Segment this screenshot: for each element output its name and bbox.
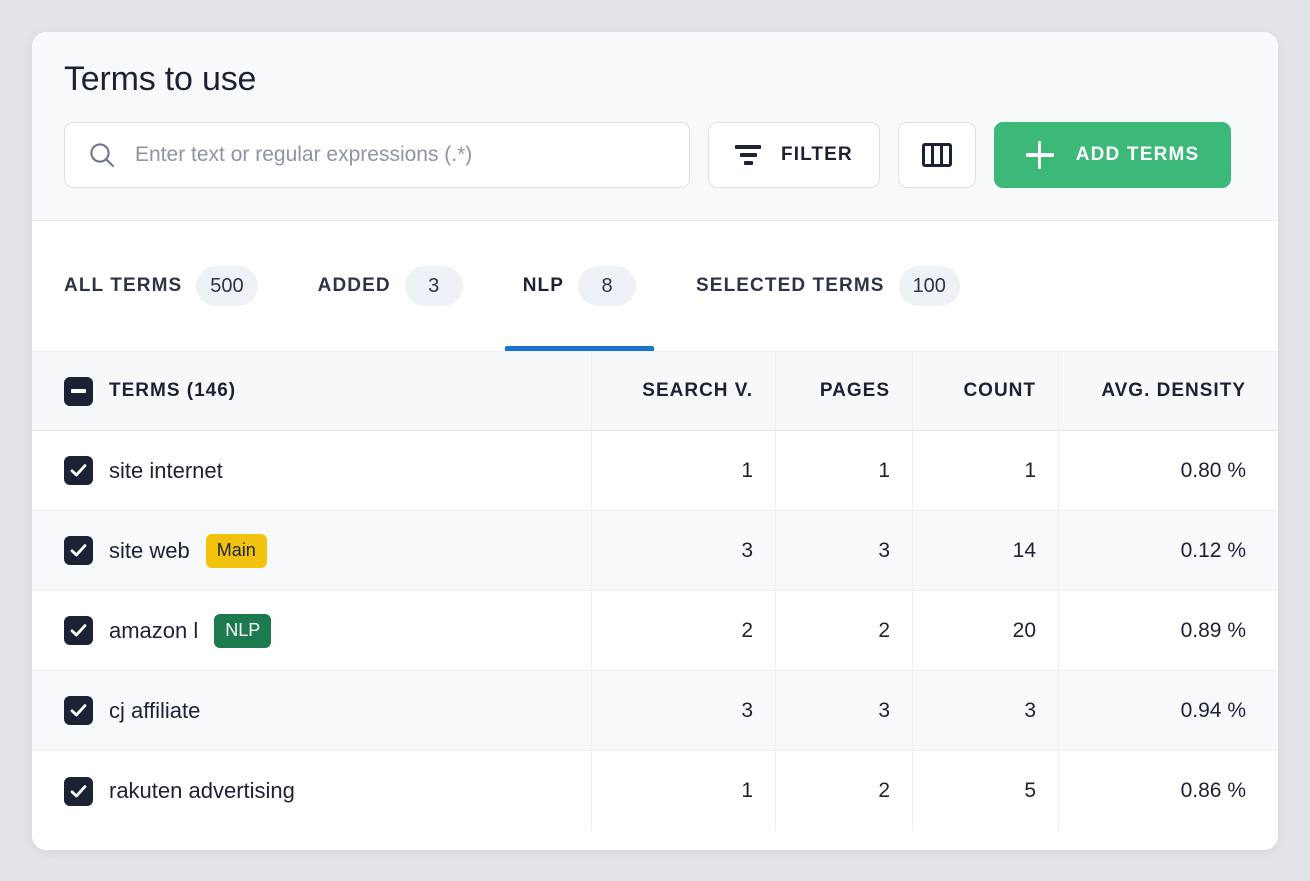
panel-toolbar: Terms to use Enter text or regular expre… <box>32 32 1278 220</box>
term-label: site web <box>109 537 190 563</box>
cell-search-volume: 3 <box>591 511 775 590</box>
cell-avg-density: 0.86 % <box>1058 751 1278 831</box>
row-checkbox[interactable] <box>64 776 93 806</box>
toolbar-row: FILTER ADD TERMS <box>64 122 1246 220</box>
cell-pages: 3 <box>775 671 912 750</box>
select-all-checkbox[interactable] <box>64 376 93 406</box>
tab-selected-terms-count: 100 <box>898 266 960 306</box>
cell-count: 20 <box>912 591 1058 670</box>
tab-selected-terms[interactable]: SELECTED TERMS 100 <box>678 221 978 351</box>
table-row[interactable]: cj affiliate 3 3 3 0.94 % <box>32 671 1278 751</box>
cell-search-volume: 1 <box>591 751 775 831</box>
filter-button-label: FILTER <box>781 144 853 165</box>
table-row[interactable]: amazon l NLP 2 2 20 0.89 % <box>32 591 1278 671</box>
cell-count: 14 <box>912 511 1058 590</box>
terms-panel-card: Terms to use Enter text or regular expre… <box>32 32 1278 850</box>
page-title: Terms to use <box>64 60 257 98</box>
header-cell-terms: TERMS (146) <box>32 352 591 430</box>
page-background: Terms to use Enter text or regular expre… <box>0 0 1310 881</box>
terms-table: TERMS (146) SEARCH V. PAGES COUNT AVG. D… <box>32 351 1278 850</box>
add-terms-button-label: ADD TERMS <box>1075 144 1200 165</box>
cell-pages: 1 <box>775 431 912 510</box>
cell-avg-density: 0.94 % <box>1058 671 1278 750</box>
header-cell-search-volume[interactable]: SEARCH V. <box>591 352 775 430</box>
tabs-strip: ALL TERMS 500 ADDED 3 NLP 8 SELECTED TER… <box>32 220 1278 351</box>
tab-nlp-count: 8 <box>578 266 637 306</box>
cell-pages: 2 <box>775 751 912 831</box>
nlp-badge: NLP <box>214 613 272 648</box>
filter-button[interactable]: FILTER <box>708 122 880 188</box>
table-row[interactable]: rakuten advertising 1 2 5 0.86 % <box>32 751 1278 831</box>
row-term-cell: cj affiliate <box>32 671 591 750</box>
main-badge: Main <box>205 533 267 568</box>
row-checkbox[interactable] <box>64 696 93 725</box>
cell-search-volume: 1 <box>591 431 775 510</box>
columns-button[interactable] <box>897 122 976 188</box>
row-term-cell: site internet <box>32 431 591 510</box>
header-terms-label: TERMS (146) <box>109 380 237 401</box>
header-cell-count[interactable]: COUNT <box>912 352 1058 430</box>
cell-search-volume: 3 <box>591 671 775 750</box>
cell-avg-density: 0.80 % <box>1058 431 1278 510</box>
search-field[interactable] <box>64 122 690 188</box>
table-row[interactable]: site web Main 3 3 14 0.12 % <box>32 511 1278 591</box>
row-checkbox[interactable] <box>64 616 93 645</box>
cell-count: 3 <box>912 671 1058 750</box>
add-terms-button[interactable]: ADD TERMS <box>993 122 1232 188</box>
cell-avg-density: 0.89 % <box>1058 591 1278 670</box>
row-term-cell: amazon l NLP <box>32 591 591 670</box>
tab-all-terms-label: ALL TERMS <box>64 275 183 296</box>
term-label: site internet <box>109 457 223 483</box>
tab-selected-terms-label: SELECTED TERMS <box>696 275 885 296</box>
table-row[interactable]: site internet 1 1 1 0.80 % <box>32 431 1278 511</box>
term-label: cj affiliate <box>109 697 201 723</box>
tab-all-terms[interactable]: ALL TERMS 500 <box>64 221 276 351</box>
header-cell-avg-density[interactable]: AVG. DENSITY <box>1058 352 1278 430</box>
plus-icon <box>1025 141 1054 169</box>
table-header-row: TERMS (146) SEARCH V. PAGES COUNT AVG. D… <box>32 351 1278 431</box>
header-cell-pages[interactable]: PAGES <box>775 352 912 430</box>
columns-icon <box>921 143 952 167</box>
row-checkbox[interactable] <box>64 536 93 565</box>
tab-nlp[interactable]: NLP 8 <box>504 221 655 351</box>
cell-count: 1 <box>912 431 1058 510</box>
cell-avg-density: 0.12 % <box>1058 511 1278 590</box>
search-icon <box>87 140 117 170</box>
filter-icon <box>735 145 761 165</box>
cell-pages: 3 <box>775 511 912 590</box>
tab-added[interactable]: ADDED 3 <box>300 221 481 351</box>
term-label: amazon l <box>109 617 199 643</box>
tab-all-terms-count: 500 <box>196 266 258 306</box>
row-term-cell: site web Main <box>32 511 591 590</box>
term-label: rakuten advertising <box>109 778 295 803</box>
cell-search-volume: 2 <box>591 591 775 670</box>
tab-nlp-label: NLP <box>522 275 565 296</box>
cell-pages: 2 <box>775 591 912 670</box>
tab-added-label: ADDED <box>317 275 391 296</box>
search-input[interactable] <box>135 123 671 187</box>
row-checkbox[interactable] <box>64 456 93 485</box>
cell-count: 5 <box>912 751 1058 831</box>
tab-added-count: 3 <box>404 266 463 306</box>
row-term-cell: rakuten advertising <box>32 751 591 831</box>
